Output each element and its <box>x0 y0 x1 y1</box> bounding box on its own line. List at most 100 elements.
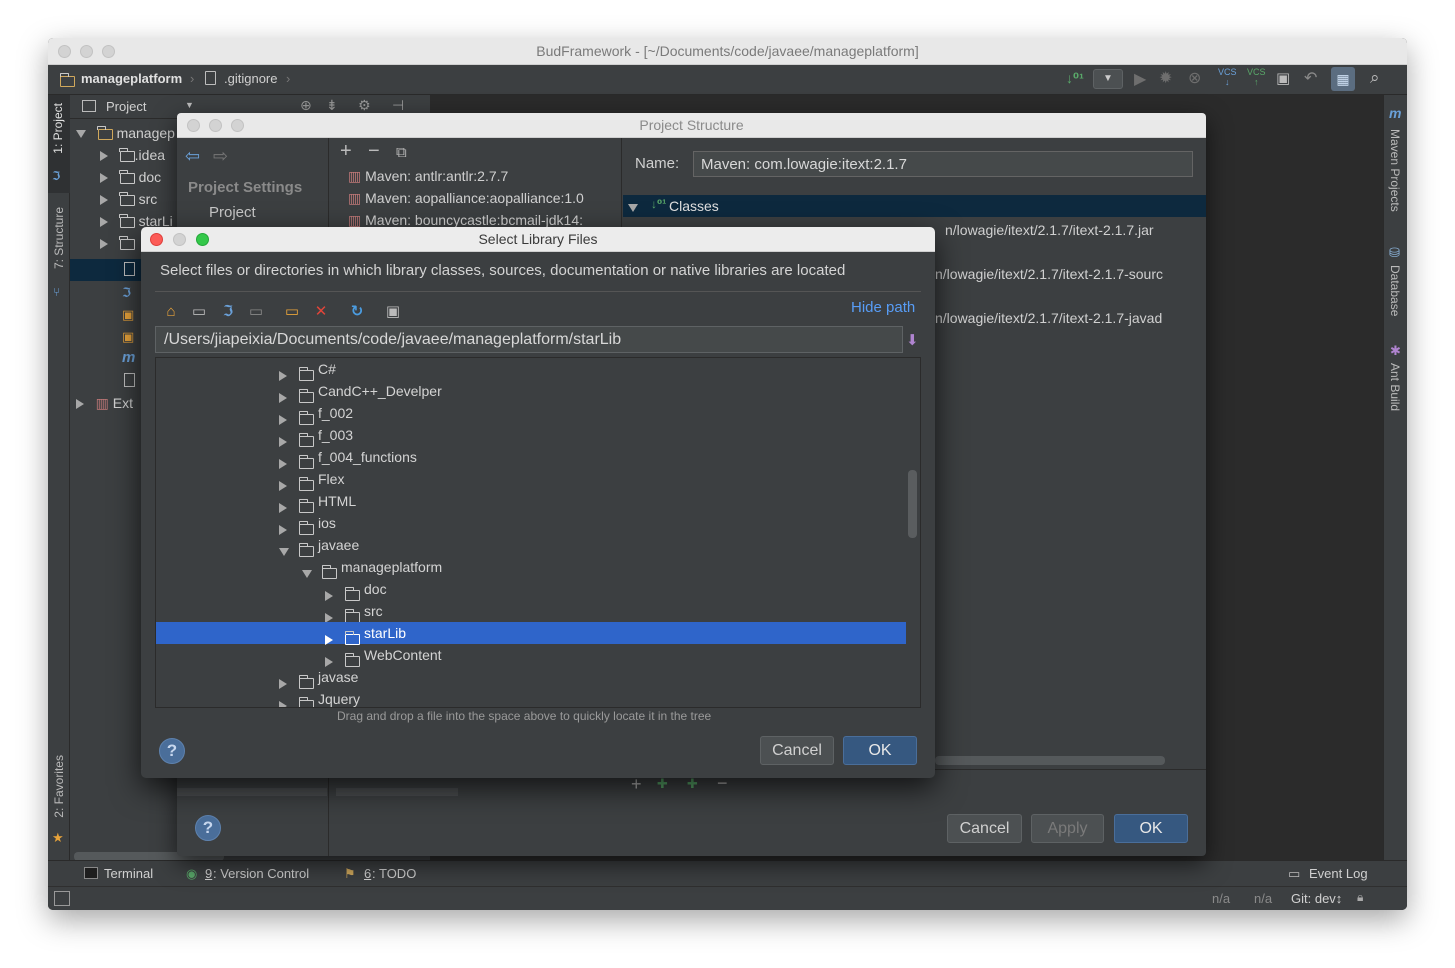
help-button[interactable]: ? <box>195 815 221 841</box>
tab-version-control[interactable]: : Version Control <box>213 866 309 881</box>
vcs-history-icon[interactable]: ▣ <box>1276 69 1290 87</box>
tree-row[interactable]: WebContent <box>156 644 906 668</box>
tree-row[interactable]: Jquery <box>156 688 906 707</box>
build-icon[interactable]: ↓⁰¹ <box>1066 70 1084 87</box>
toggle-toolwindows-icon[interactable] <box>54 891 70 906</box>
tree-row[interactable]: f_002 <box>156 402 906 426</box>
close-dialog-button[interactable] <box>187 119 200 132</box>
sidebar-item-project[interactable]: Project <box>209 204 256 221</box>
tree-root-row[interactable]: managep <box>76 125 175 141</box>
tree-row[interactable]: javaee <box>156 534 906 557</box>
tree-item-src[interactable]: src <box>100 191 157 207</box>
library-item[interactable]: ▥ Maven: antlr:antlr:2.7.7 <box>348 168 508 185</box>
tab-maven-projects[interactable]: Maven Projects <box>1388 129 1402 212</box>
refresh-icon[interactable]: ↻ <box>348 303 366 321</box>
desktop-icon[interactable]: ▭ <box>190 303 208 321</box>
tree-row[interactable]: ios <box>156 512 906 536</box>
new-folder-icon[interactable]: ▭ <box>283 303 301 321</box>
library-name-input[interactable] <box>693 151 1193 177</box>
tree-row[interactable]: Flex <box>156 468 906 492</box>
lock-icon[interactable]: 🔒︎ <box>1357 890 1363 905</box>
locate-icon[interactable]: ⊕ <box>300 97 312 114</box>
tab-vcs-number[interactable]: 9 <box>205 866 212 881</box>
show-hidden-icon[interactable]: ▣ <box>384 303 402 321</box>
sources-path[interactable]: n/lowagie/itext/2.1.7/itext-2.1.7-sourc <box>935 266 1163 282</box>
sidebar-scrollbar[interactable] <box>177 788 327 796</box>
breadcrumb-file[interactable]: .gitignore <box>224 71 277 86</box>
close-dialog-button[interactable] <box>150 233 163 246</box>
project-structure-icon[interactable]: ▦ <box>1331 67 1355 91</box>
debug-icon[interactable]: ✹ <box>1159 68 1172 88</box>
tree-row[interactable]: javase <box>156 666 906 690</box>
minimize-dialog-button[interactable] <box>173 233 186 246</box>
vcs-update-icon[interactable]: VCS ↓ <box>1218 67 1237 87</box>
tree-row[interactable]: doc <box>156 578 906 602</box>
tab-todo-number[interactable]: 6 <box>364 866 371 881</box>
chevron-down-icon[interactable]: ▼ <box>185 100 194 110</box>
tab-structure[interactable]: 7: Structure <box>52 207 66 269</box>
vcs-commit-icon[interactable]: VCS ↑ <box>1247 67 1266 87</box>
minimize-dialog-button[interactable] <box>209 119 222 132</box>
add-sources-icon[interactable]: ✚ <box>687 776 698 792</box>
add-classes-icon[interactable]: ✚ <box>657 776 668 792</box>
apply-button[interactable]: Apply <box>1031 814 1104 843</box>
classes-row[interactable]: ↓⁰¹ Classes <box>623 195 1206 217</box>
breadcrumb-project[interactable]: manageplatform <box>81 71 182 86</box>
hide-icon[interactable]: ⊣ <box>392 97 404 114</box>
tree-item-idea[interactable]: .idea <box>100 147 165 163</box>
revert-icon[interactable]: ↶ <box>1304 68 1317 88</box>
jar-path[interactable]: n/lowagie/itext/2.1.7/itext-2.1.7.jar <box>945 222 1154 238</box>
list-scrollbar[interactable] <box>336 788 458 796</box>
tree-row[interactable]: src <box>156 600 906 624</box>
forward-arrow-icon[interactable]: ⇨ <box>213 146 228 167</box>
hide-path-link[interactable]: Hide path <box>851 299 915 316</box>
cancel-button[interactable]: Cancel <box>947 814 1022 843</box>
close-window-button[interactable] <box>58 45 71 58</box>
tab-ant-build[interactable]: Ant Build <box>1388 363 1402 411</box>
remove-icon[interactable]: − <box>368 140 380 163</box>
home-icon[interactable]: ⌂ <box>162 303 180 321</box>
zoom-window-button[interactable] <box>102 45 115 58</box>
add-icon[interactable]: + <box>340 140 352 163</box>
cancel-button[interactable]: Cancel <box>760 736 834 765</box>
tree-row[interactable]: HTML <box>156 490 906 514</box>
tree-item-doc[interactable]: doc <box>100 169 161 185</box>
ok-button[interactable]: OK <box>1114 814 1188 843</box>
library-item[interactable]: ▥ Maven: aopalliance:aopalliance:1.0 <box>348 190 584 207</box>
collapsed-arrow-icon[interactable] <box>279 694 287 707</box>
tab-database[interactable]: Database <box>1388 265 1402 316</box>
project-view-selector[interactable]: Project <box>106 99 146 114</box>
project-dir-icon[interactable]: ℑ <box>219 303 237 321</box>
horizontal-scrollbar[interactable] <box>935 756 1165 765</box>
zoom-dialog-button[interactable] <box>231 119 244 132</box>
javadoc-path[interactable]: n/lowagie/itext/2.1.7/itext-2.1.7-javad <box>935 310 1162 326</box>
path-input[interactable] <box>155 326 903 353</box>
tab-event-log[interactable]: Event Log <box>1309 866 1368 881</box>
tab-favorites[interactable]: 2: Favorites <box>52 755 66 818</box>
coverage-icon[interactable]: ⊗ <box>1188 68 1201 88</box>
gear-icon[interactable]: ⚙ <box>358 97 371 114</box>
copy-icon[interactable]: ⧉ <box>396 144 407 161</box>
tab-todo[interactable]: : TODO <box>372 866 416 881</box>
history-dropdown-icon[interactable]: ⬇ <box>906 331 919 349</box>
minimize-window-button[interactable] <box>80 45 93 58</box>
back-arrow-icon[interactable]: ⇦ <box>185 146 200 167</box>
git-branch-widget[interactable]: Git: dev↕ <box>1291 891 1342 906</box>
tree-row[interactable]: manageplatform <box>156 556 906 579</box>
tree-row[interactable]: CandC++_Develper <box>156 380 906 404</box>
module-dir-icon[interactable]: ▭ <box>247 303 265 321</box>
run-icon[interactable]: ▶ <box>1134 69 1146 89</box>
tab-terminal[interactable]: Terminal <box>104 866 153 881</box>
tree-item-webcontent[interactable] <box>100 235 135 251</box>
run-config-dropdown[interactable]: ▼ <box>1093 69 1123 89</box>
tree-row[interactable]: C# <box>156 358 906 382</box>
delete-icon[interactable]: ✕ <box>312 303 330 321</box>
collapse-icon[interactable]: ⇟ <box>326 97 338 114</box>
vertical-scrollbar[interactable] <box>908 470 917 538</box>
ok-button[interactable]: OK <box>843 736 917 765</box>
tree-row[interactable]: f_004_functions <box>156 446 906 470</box>
tree-external-libraries[interactable]: ▥ Ext <box>76 395 133 412</box>
tree-row[interactable]: f_003 <box>156 424 906 448</box>
tree-row[interactable]: starLib <box>156 622 906 646</box>
help-button[interactable]: ? <box>159 738 185 764</box>
